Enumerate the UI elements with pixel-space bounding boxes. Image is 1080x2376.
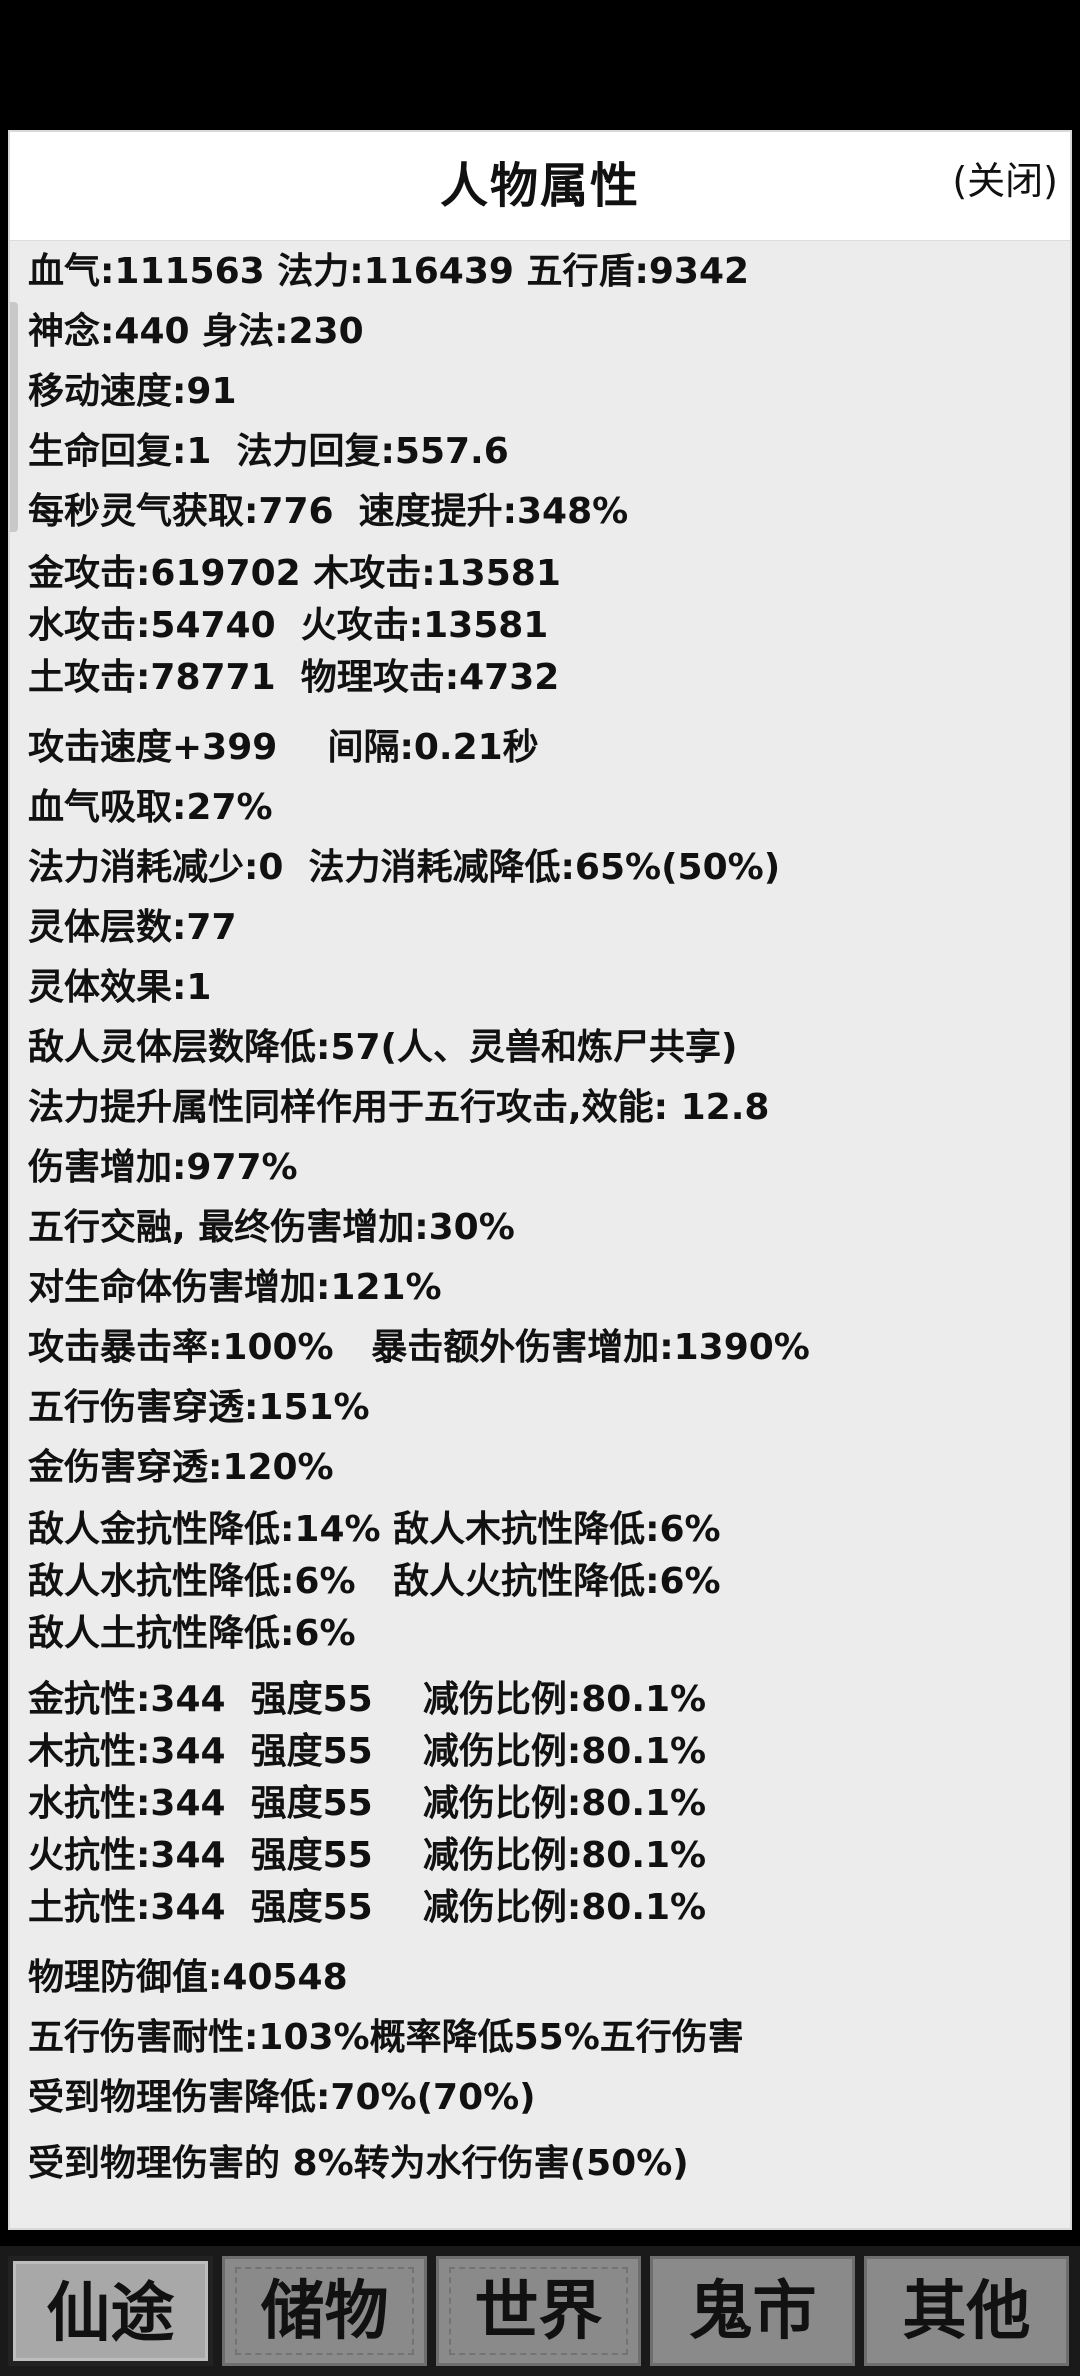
- tab-label: 鬼市: [688, 2275, 817, 2349]
- attr-line: 土攻击:78771 物理攻击:4732: [28, 657, 560, 698]
- attr-line: 每秒灵气获取:776 速度提升:348%: [28, 491, 629, 532]
- attr-line: 敌人灵体层数降低:57(人、灵兽和炼尸共享): [28, 1027, 738, 1068]
- attributes-panel: 人物属性 (关闭) 血气:111563 法力:116439 五行盾:9342 神…: [8, 130, 1072, 2230]
- attr-line: 攻击速度+399 间隔:0.21秒: [28, 727, 539, 768]
- attr-line: 血气吸取:27%: [28, 787, 273, 828]
- tab-storage[interactable]: 储物: [222, 2256, 427, 2366]
- attr-line: 受到物理伤害的 8%转为水行伤害(50%): [28, 2143, 689, 2184]
- scroll-indicator[interactable]: [10, 302, 18, 532]
- attr-line: 金攻击:619702 木攻击:13581: [28, 553, 561, 594]
- tab-world[interactable]: 世界: [436, 2256, 641, 2366]
- attr-line: 攻击暴击率:100% 暴击额外伤害增加:1390%: [28, 1327, 810, 1368]
- attr-line: 灵体效果:1: [28, 967, 212, 1008]
- attr-line: 受到物理伤害降低:70%(70%): [28, 2077, 536, 2118]
- tab-label: 仙途: [46, 2277, 175, 2351]
- tab-label: 储物: [260, 2275, 389, 2349]
- attr-line: 对生命体伤害增加:121%: [28, 1267, 442, 1308]
- close-button[interactable]: (关闭): [952, 150, 1058, 205]
- attr-line: 敌人土抗性降低:6%: [28, 1613, 356, 1654]
- attr-line: 法力消耗减少:0 法力消耗减降低:65%(50%): [28, 847, 781, 888]
- attr-line: 火抗性:344 强度55 减伤比例:80.1%: [28, 1835, 707, 1876]
- tab-ghost-market[interactable]: 鬼市: [650, 2256, 855, 2366]
- attr-line: 生命回复:1 法力回复:557.6: [28, 431, 509, 472]
- attr-line: 神念:440 身法:230: [28, 311, 364, 352]
- attr-line: 敌人水抗性降低:6% 敌人火抗性降低:6%: [28, 1561, 721, 1602]
- tab-label: 其他: [902, 2275, 1031, 2349]
- tab-label: 世界: [474, 2275, 603, 2349]
- attr-line: 木抗性:344 强度55 减伤比例:80.1%: [28, 1731, 707, 1772]
- attr-line: 水抗性:344 强度55 减伤比例:80.1%: [28, 1783, 707, 1824]
- attr-line: 五行伤害穿透:151%: [28, 1387, 370, 1428]
- attr-line: 五行伤害耐性:103%概率降低55%五行伤害: [28, 2017, 744, 2058]
- attr-line: 法力提升属性同样作用于五行攻击,效能: 12.8: [28, 1087, 770, 1128]
- attr-line: 水攻击:54740 火攻击:13581: [28, 605, 549, 646]
- tab-xiantu[interactable]: 仙途: [8, 2256, 213, 2366]
- attr-line: 土抗性:344 强度55 减伤比例:80.1%: [28, 1887, 707, 1928]
- page-title: 人物属性: [439, 158, 640, 214]
- attr-line: 移动速度:91: [28, 371, 237, 412]
- attribute-list[interactable]: 血气:111563 法力:116439 五行盾:9342 神念:440 身法:2…: [28, 242, 1060, 2194]
- attr-line: 金伤害穿透:120%: [28, 1447, 334, 1488]
- attr-line: 伤害增加:977%: [28, 1147, 298, 1188]
- panel-header: 人物属性 (关闭): [10, 132, 1070, 241]
- tab-other[interactable]: 其他: [864, 2256, 1069, 2366]
- attr-line: 灵体层数:77: [28, 907, 237, 948]
- attr-line: 五行交融, 最终伤害增加:30%: [28, 1207, 515, 1248]
- attr-line: 血气:111563 法力:116439 五行盾:9342: [28, 251, 750, 292]
- attr-line: 物理防御值:40548: [28, 1957, 348, 1998]
- bottom-tab-bar: 仙途 储物 世界 鬼市 其他: [0, 2246, 1080, 2376]
- attr-line: 金抗性:344 强度55 减伤比例:80.1%: [28, 1679, 707, 1720]
- attr-line: 敌人金抗性降低:14% 敌人木抗性降低:6%: [28, 1509, 721, 1550]
